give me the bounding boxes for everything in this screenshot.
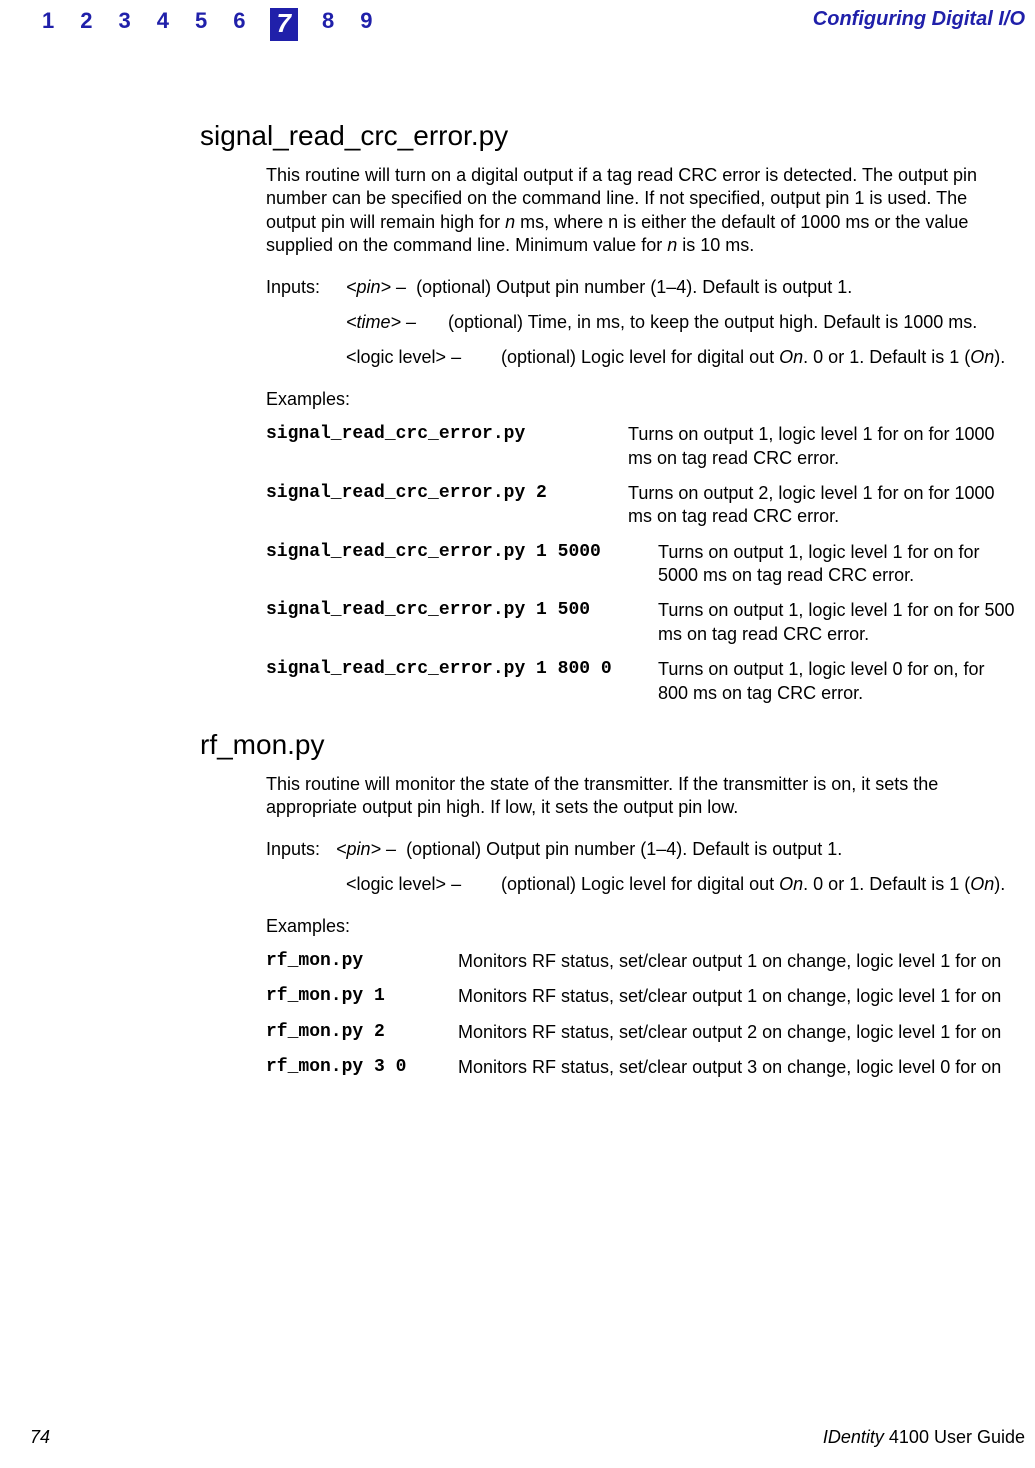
intro-n2: n bbox=[667, 235, 677, 255]
chapter-4[interactable]: 4 bbox=[155, 8, 171, 41]
input-desc: (optional) Logic level for digital out O… bbox=[501, 346, 1015, 369]
example-description: Turns on output 1, logic level 1 for on … bbox=[646, 541, 1015, 588]
param-pin: <pin> – bbox=[336, 839, 396, 859]
example-description: Turns on output 1, logic level 1 for on … bbox=[616, 423, 1015, 470]
example-command: rf_mon.py 2 bbox=[266, 1021, 446, 1044]
desc-text: ). bbox=[994, 874, 1005, 894]
input-param: <pin> – bbox=[346, 276, 406, 299]
chapter-2[interactable]: 2 bbox=[78, 8, 94, 41]
section1-intro: This routine will turn on a digital outp… bbox=[266, 164, 1015, 258]
input-desc: (optional) Output pin number (1–4). Defa… bbox=[406, 838, 1015, 861]
example-description: Monitors RF status, set/clear output 1 o… bbox=[446, 950, 1015, 973]
page-footer: 74 IDentity 4100 User Guide bbox=[30, 1427, 1025, 1448]
param-time: <time> – bbox=[346, 312, 416, 332]
chapter-9[interactable]: 9 bbox=[358, 8, 374, 41]
examples-label: Examples: bbox=[266, 915, 1015, 938]
input-desc: (optional) Time, in ms, to keep the outp… bbox=[448, 311, 1015, 334]
example-description: Turns on output 1, logic level 0 for on,… bbox=[646, 658, 1015, 705]
section1-examples: signal_read_crc_error.pyTurns on output … bbox=[266, 423, 1015, 705]
chapter-5[interactable]: 5 bbox=[193, 8, 209, 41]
input-param: <logic level> – bbox=[346, 346, 491, 369]
section2-heading: rf_mon.py bbox=[200, 729, 1015, 761]
footer-guide: IDentity 4100 User Guide bbox=[823, 1427, 1025, 1448]
example-command: signal_read_crc_error.py 2 bbox=[266, 482, 616, 505]
section2-intro: This routine will monitor the state of t… bbox=[266, 773, 1015, 820]
desc-on: On bbox=[779, 874, 803, 894]
page-content: signal_read_crc_error.py This routine wi… bbox=[200, 120, 1015, 1092]
example-description: Monitors RF status, set/clear output 2 o… bbox=[446, 1021, 1015, 1044]
input-desc: (optional) Logic level for digital out O… bbox=[501, 873, 1015, 896]
example-row: signal_read_crc_error.pyTurns on output … bbox=[266, 423, 1015, 470]
desc-on: On bbox=[970, 347, 994, 367]
input-row: <logic level> – (optional) Logic level f… bbox=[346, 873, 1015, 896]
input-row: <time> – (optional) Time, in ms, to keep… bbox=[346, 311, 1015, 334]
example-row: signal_read_crc_error.py 1 5000Turns on … bbox=[266, 541, 1015, 588]
input-row: Inputs: <pin> – (optional) Output pin nu… bbox=[266, 276, 1015, 299]
header-title: Configuring Digital I/O bbox=[813, 8, 1035, 31]
inputs-label: Inputs: bbox=[266, 838, 336, 861]
chapter-7[interactable]: 7 bbox=[270, 8, 298, 41]
section2-body: This routine will monitor the state of t… bbox=[266, 773, 1015, 1080]
example-description: Monitors RF status, set/clear output 1 o… bbox=[446, 985, 1015, 1008]
page-header: 123456789 Configuring Digital I/O bbox=[0, 0, 1035, 41]
example-command: rf_mon.py bbox=[266, 950, 446, 973]
chapter-6[interactable]: 6 bbox=[231, 8, 247, 41]
desc-text: . 0 or 1. Default is 1 ( bbox=[803, 347, 970, 367]
example-command: signal_read_crc_error.py bbox=[266, 423, 616, 446]
example-row: rf_mon.py 2Monitors RF status, set/clear… bbox=[266, 1021, 1015, 1044]
example-row: signal_read_crc_error.py 1 800 0Turns on… bbox=[266, 658, 1015, 705]
section1-body: This routine will turn on a digital outp… bbox=[266, 164, 1015, 705]
example-row: rf_mon.py 3 0Monitors RF status, set/cle… bbox=[266, 1056, 1015, 1079]
footer-guide-rest: 4100 User Guide bbox=[884, 1427, 1025, 1447]
desc-text: . 0 or 1. Default is 1 ( bbox=[803, 874, 970, 894]
example-command: signal_read_crc_error.py 1 800 0 bbox=[266, 658, 646, 681]
examples-label: Examples: bbox=[266, 388, 1015, 411]
example-command: signal_read_crc_error.py 1 5000 bbox=[266, 541, 646, 564]
chapter-1[interactable]: 1 bbox=[40, 8, 56, 41]
input-param: <time> – bbox=[346, 311, 438, 334]
example-description: Monitors RF status, set/clear output 3 o… bbox=[446, 1056, 1015, 1079]
chapter-8[interactable]: 8 bbox=[320, 8, 336, 41]
example-row: signal_read_crc_error.py 2Turns on outpu… bbox=[266, 482, 1015, 529]
example-description: Turns on output 1, logic level 1 for on … bbox=[646, 599, 1015, 646]
desc-on: On bbox=[970, 874, 994, 894]
intro-n1: n bbox=[505, 212, 515, 232]
desc-text: ). bbox=[994, 347, 1005, 367]
example-command: rf_mon.py 1 bbox=[266, 985, 446, 1008]
example-row: rf_mon.pyMonitors RF status, set/clear o… bbox=[266, 950, 1015, 973]
param-pin: <pin> – bbox=[346, 277, 406, 297]
inputs-label: Inputs: bbox=[266, 276, 346, 299]
example-command: rf_mon.py 3 0 bbox=[266, 1056, 446, 1079]
example-row: signal_read_crc_error.py 1 500Turns on o… bbox=[266, 599, 1015, 646]
desc-text: (optional) Logic level for digital out bbox=[501, 347, 779, 367]
section1-inputs: Inputs: <pin> – (optional) Output pin nu… bbox=[266, 276, 1015, 370]
footer-brand: IDentity bbox=[823, 1427, 884, 1447]
example-description: Turns on output 2, logic level 1 for on … bbox=[616, 482, 1015, 529]
page-number: 74 bbox=[30, 1427, 50, 1448]
chapter-nav: 123456789 bbox=[40, 8, 374, 41]
section2-examples: rf_mon.pyMonitors RF status, set/clear o… bbox=[266, 950, 1015, 1080]
desc-text: (optional) Logic level for digital out bbox=[501, 874, 779, 894]
chapter-3[interactable]: 3 bbox=[117, 8, 133, 41]
input-desc: (optional) Output pin number (1–4). Defa… bbox=[416, 276, 1015, 299]
section1-heading: signal_read_crc_error.py bbox=[200, 120, 1015, 152]
section2-inputs: Inputs: <pin> – (optional) Output pin nu… bbox=[266, 838, 1015, 897]
intro-text: is 10 ms. bbox=[677, 235, 754, 255]
example-command: signal_read_crc_error.py 1 500 bbox=[266, 599, 646, 622]
input-row: <logic level> – (optional) Logic level f… bbox=[346, 346, 1015, 369]
desc-on: On bbox=[779, 347, 803, 367]
example-row: rf_mon.py 1Monitors RF status, set/clear… bbox=[266, 985, 1015, 1008]
input-param: <logic level> – bbox=[346, 873, 491, 896]
input-row: Inputs: <pin> – (optional) Output pin nu… bbox=[266, 838, 1015, 861]
input-param: <pin> – bbox=[336, 838, 396, 861]
